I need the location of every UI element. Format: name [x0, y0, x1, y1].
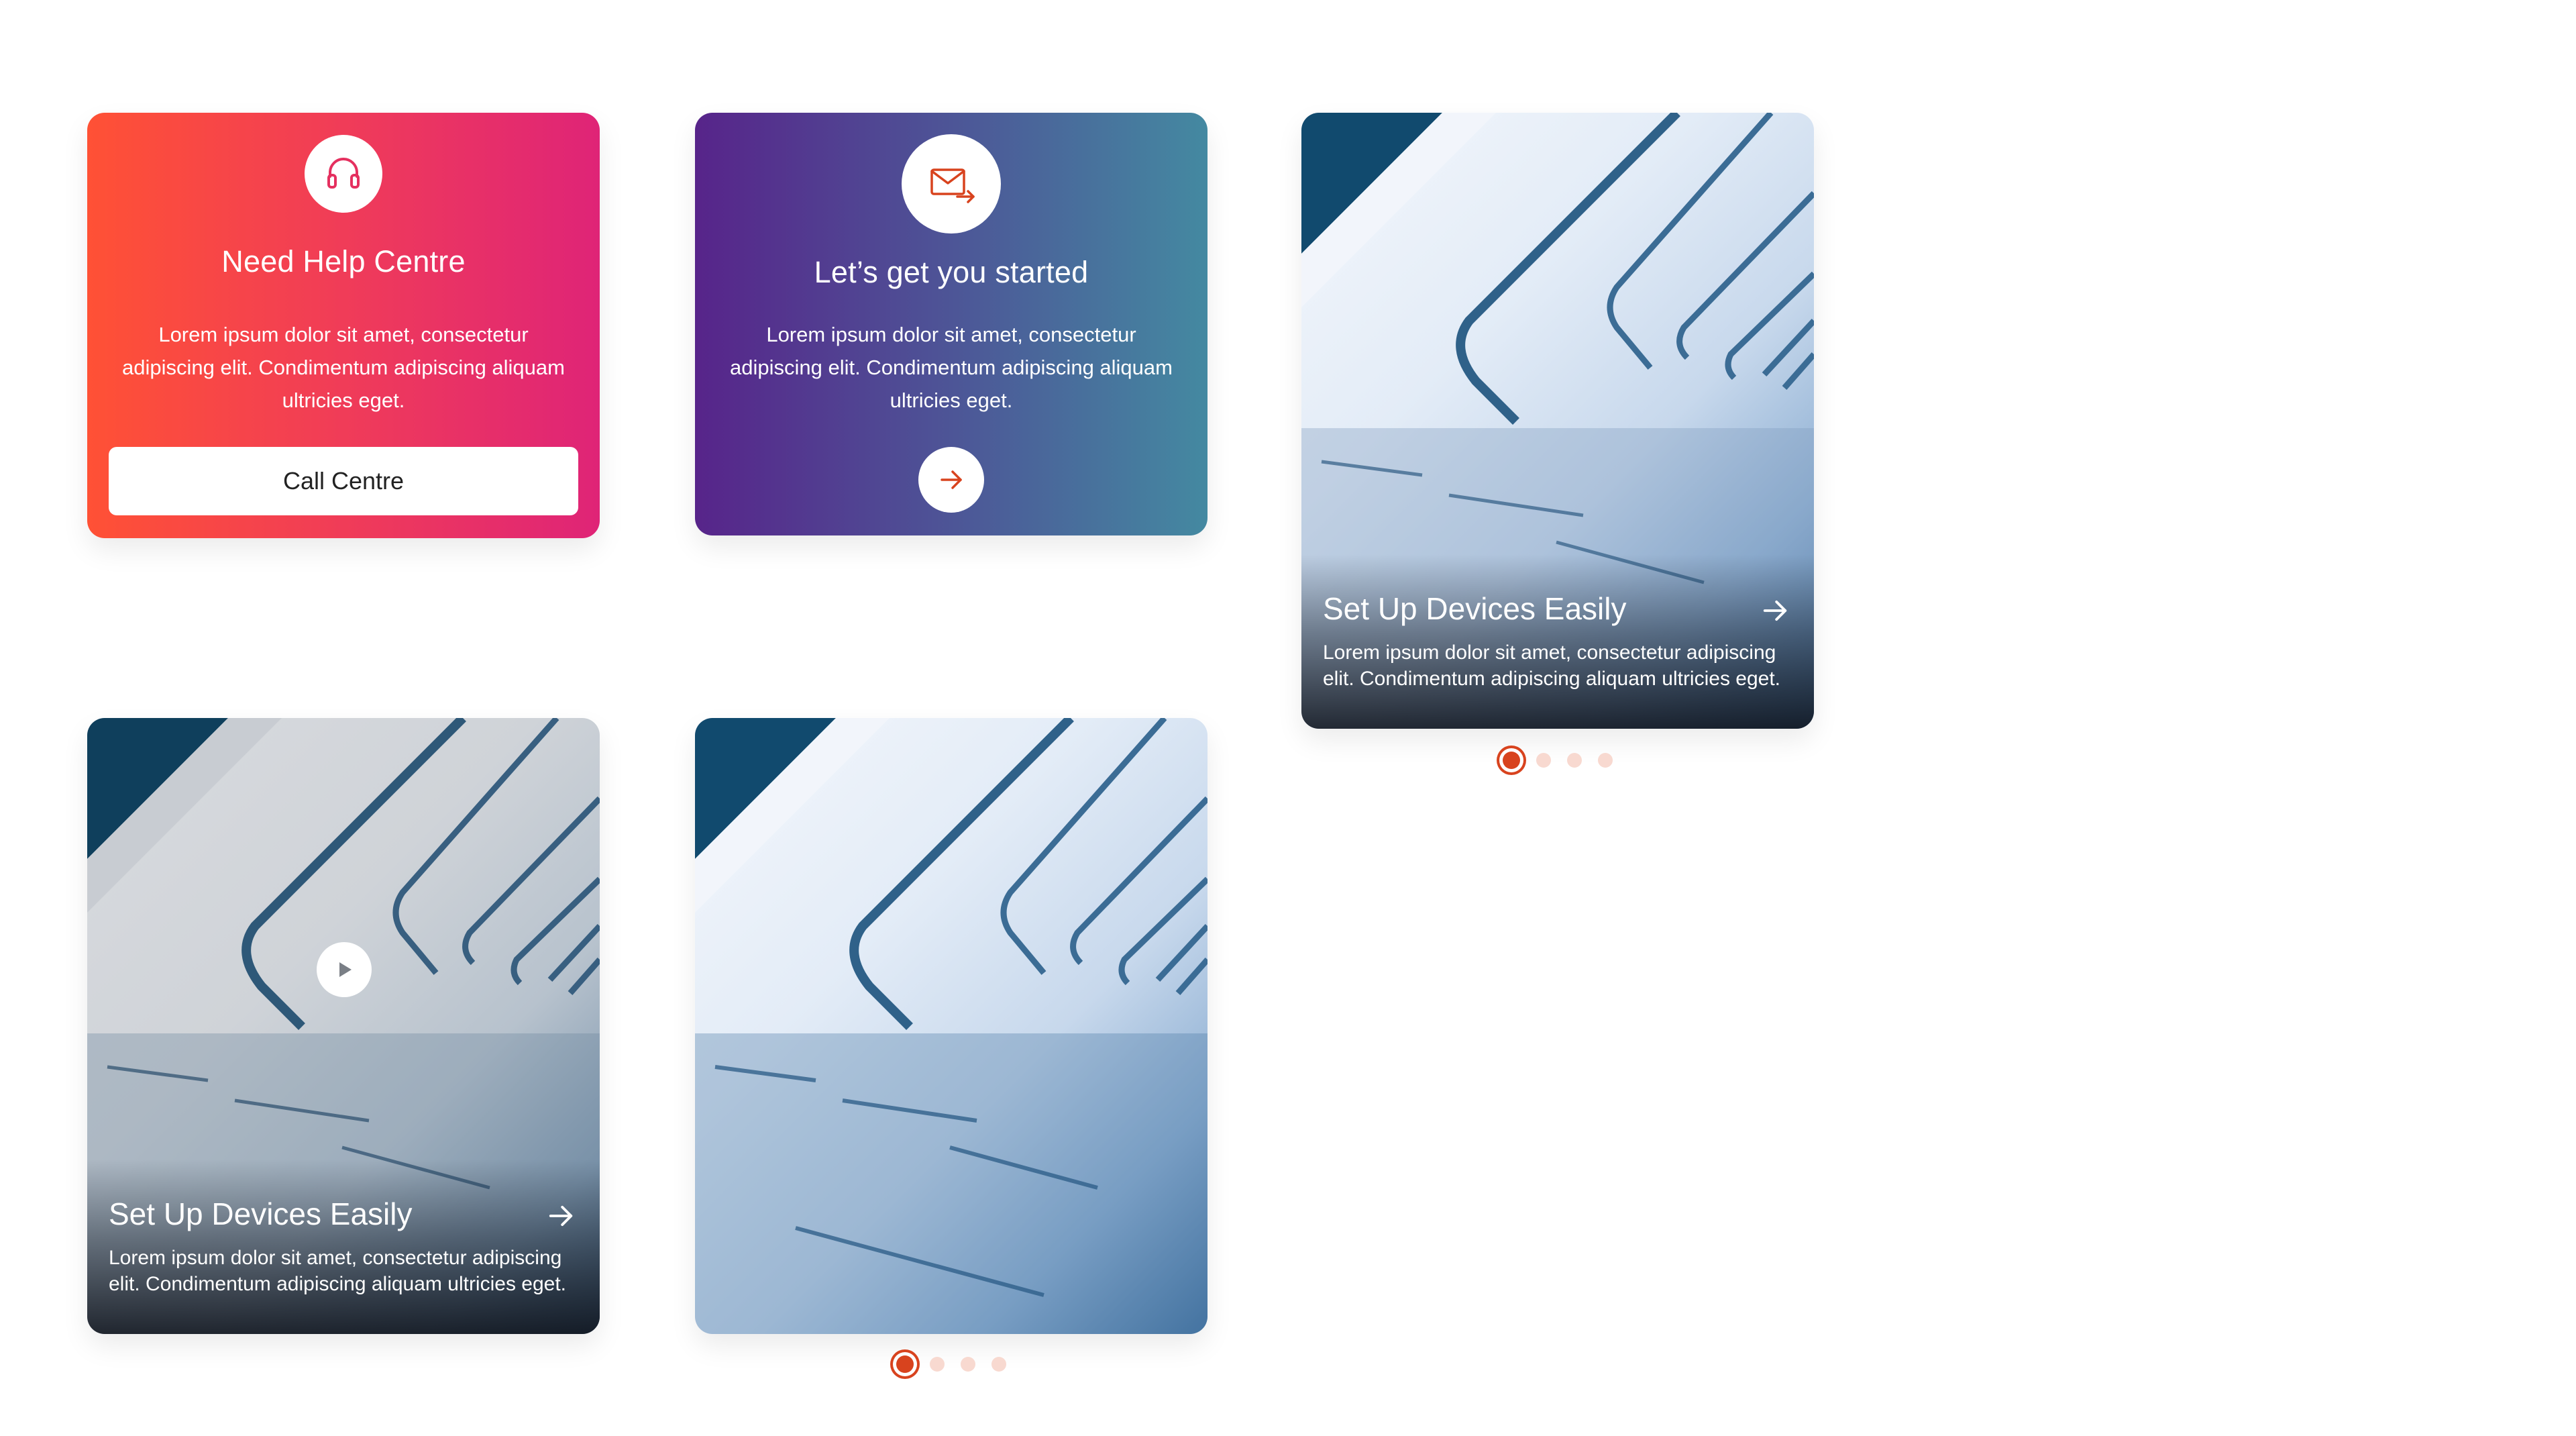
carousel-dots-c: [896, 1355, 1006, 1373]
arrow-right-icon[interactable]: [545, 1200, 577, 1232]
arrow-right-icon[interactable]: [1759, 595, 1791, 627]
call-centre-button[interactable]: Call Centre: [109, 447, 578, 515]
start-card-title: Let’s get you started: [814, 255, 1089, 289]
carousel-dot-active[interactable]: [896, 1355, 914, 1373]
play-button[interactable]: [317, 942, 372, 997]
carousel-dot[interactable]: [1536, 753, 1551, 768]
carousel-dot[interactable]: [991, 1357, 1006, 1372]
photo-card[interactable]: [695, 718, 1208, 1334]
help-card-title: Need Help Centre: [221, 244, 466, 278]
setup-card-a-body: Lorem ipsum dolor sit amet, consectetur …: [1323, 642, 1781, 690]
setup-devices-video-card[interactable]: Set Up Devices Easily Lorem ipsum dolor …: [87, 718, 600, 1334]
carousel-dot[interactable]: [930, 1357, 945, 1372]
carousel-dot[interactable]: [1598, 753, 1613, 768]
play-icon: [339, 962, 352, 977]
carousel-dot[interactable]: [1567, 753, 1582, 768]
setup-card-b-title: Set Up Devices Easily: [109, 1196, 413, 1231]
start-arrow-button[interactable]: [918, 447, 984, 513]
help-centre-card: Need Help Centre Lorem ipsum dolor sit a…: [87, 113, 600, 538]
carousel-dot-active[interactable]: [1503, 752, 1520, 769]
headset-icon: [305, 135, 382, 213]
carousel-dots-a: [1503, 752, 1613, 769]
corridor-photo: [695, 718, 1208, 1334]
setup-devices-card-a[interactable]: Set Up Devices Easily Lorem ipsum dolor …: [1301, 113, 1814, 729]
mail-send-icon: [902, 134, 1001, 234]
setup-card-a-title: Set Up Devices Easily: [1323, 591, 1627, 626]
carousel-dot[interactable]: [961, 1357, 975, 1372]
help-card-body: Lorem ipsum dolor sit amet, consectetur …: [122, 323, 565, 412]
arrow-right-icon: [941, 470, 962, 489]
stage: Need Help Centre Lorem ipsum dolor sit a…: [0, 0, 2576, 1436]
start-card-body: Lorem ipsum dolor sit amet, consectetur …: [730, 323, 1173, 412]
get-started-card: Let’s get you started Lorem ipsum dolor …: [695, 113, 1208, 535]
setup-card-b-body: Lorem ipsum dolor sit amet, consectetur …: [109, 1247, 567, 1295]
